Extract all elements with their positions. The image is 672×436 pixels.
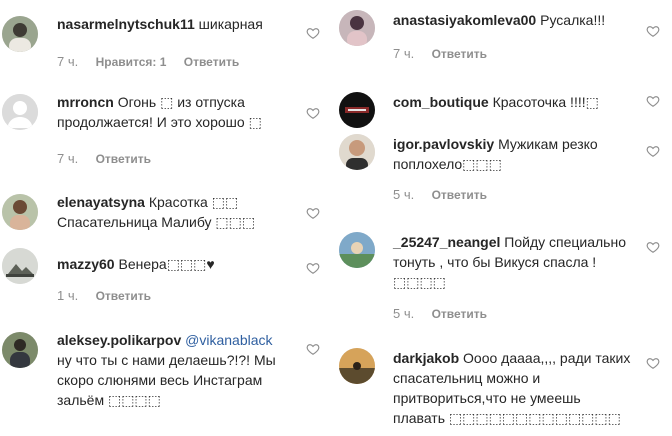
- heart-outline-icon[interactable]: [306, 206, 320, 220]
- user-photo-avatar[interactable]: [339, 232, 375, 268]
- comment-text: ну что ты с нами делаешь?!?! Мы скоро сл…: [57, 352, 276, 408]
- comment-username[interactable]: aleksey.polikarpov: [57, 332, 181, 348]
- comment-username[interactable]: mazzy60: [57, 256, 115, 272]
- comment-username[interactable]: _25247_neangel: [393, 234, 500, 250]
- comment-text: Красоточка !!!!⬚: [492, 94, 599, 110]
- comment-username[interactable]: com_boutique: [393, 94, 489, 110]
- comment-mention[interactable]: @vikanablack: [185, 332, 272, 348]
- heart-outline-icon[interactable]: [646, 94, 660, 108]
- reply-button[interactable]: Ответить: [96, 152, 151, 166]
- comment-username[interactable]: darkjakob: [393, 350, 459, 366]
- comment-time[interactable]: 7 ч.: [57, 54, 78, 69]
- comment-meta: 1 ч. Ответить: [57, 288, 151, 304]
- heart-outline-icon[interactable]: [646, 356, 660, 370]
- brand-logo-avatar[interactable]: [339, 92, 375, 128]
- user-photo-avatar[interactable]: [339, 134, 375, 170]
- comment-username[interactable]: mrroncn: [57, 94, 114, 110]
- reply-button[interactable]: Ответить: [184, 55, 239, 69]
- user-photo-avatar[interactable]: [2, 16, 38, 52]
- user-photo-avatar[interactable]: [2, 332, 38, 368]
- comment-username[interactable]: elenayatsyna: [57, 194, 145, 210]
- heart-outline-icon[interactable]: [306, 106, 320, 120]
- comment-time[interactable]: 7 ч.: [57, 151, 78, 166]
- user-photo-avatar[interactable]: [2, 248, 38, 284]
- comment-meta: 7 ч. Ответить: [393, 46, 487, 62]
- heart-outline-icon[interactable]: [306, 261, 320, 275]
- comment-meta: 7 ч. Ответить: [57, 151, 151, 167]
- comment-meta: 5 ч. Ответить: [393, 306, 487, 322]
- comment-meta: 5 ч. Ответить: [393, 187, 487, 203]
- heart-outline-icon[interactable]: [306, 342, 320, 356]
- heart-outline-icon[interactable]: [646, 24, 660, 38]
- heart-outline-icon[interactable]: [646, 240, 660, 254]
- comment-username[interactable]: igor.pavlovskiy: [393, 136, 494, 152]
- comment-time[interactable]: 7 ч.: [393, 46, 414, 61]
- reply-button[interactable]: Ответить: [432, 47, 487, 61]
- heart-outline-icon[interactable]: [646, 144, 660, 158]
- reply-button[interactable]: Ответить: [432, 307, 487, 321]
- comment-username[interactable]: nasarmelnytschuk11: [57, 16, 195, 32]
- comment-meta: 7 ч. Нравится: 1 Ответить: [57, 54, 239, 70]
- user-photo-avatar[interactable]: [339, 348, 375, 384]
- comment-time[interactable]: 1 ч.: [57, 288, 78, 303]
- comment-time[interactable]: 5 ч.: [393, 306, 414, 321]
- user-photo-avatar[interactable]: [2, 194, 38, 230]
- comment-text: Венера⬚⬚⬚♥: [118, 256, 215, 272]
- heart-outline-icon[interactable]: [306, 26, 320, 40]
- default-avatar-icon[interactable]: [2, 94, 38, 130]
- comment-time[interactable]: 5 ч.: [393, 187, 414, 202]
- likes-count[interactable]: Нравится: 1: [96, 55, 167, 69]
- comment-username[interactable]: anastasiyakomleva00: [393, 12, 536, 28]
- comments-column-left: nasarmelnytschuk11 шикарная 7 ч. Нравитс…: [0, 0, 336, 436]
- comments-column-right: anastasiyakomleva00 Русалка!!! 7 ч. Отве…: [336, 0, 672, 436]
- reply-button[interactable]: Ответить: [432, 188, 487, 202]
- comment-text: Русалка!!!: [540, 12, 606, 28]
- user-photo-avatar[interactable]: [339, 10, 375, 46]
- reply-button[interactable]: Ответить: [96, 289, 151, 303]
- comment-text: шикарная: [198, 16, 263, 32]
